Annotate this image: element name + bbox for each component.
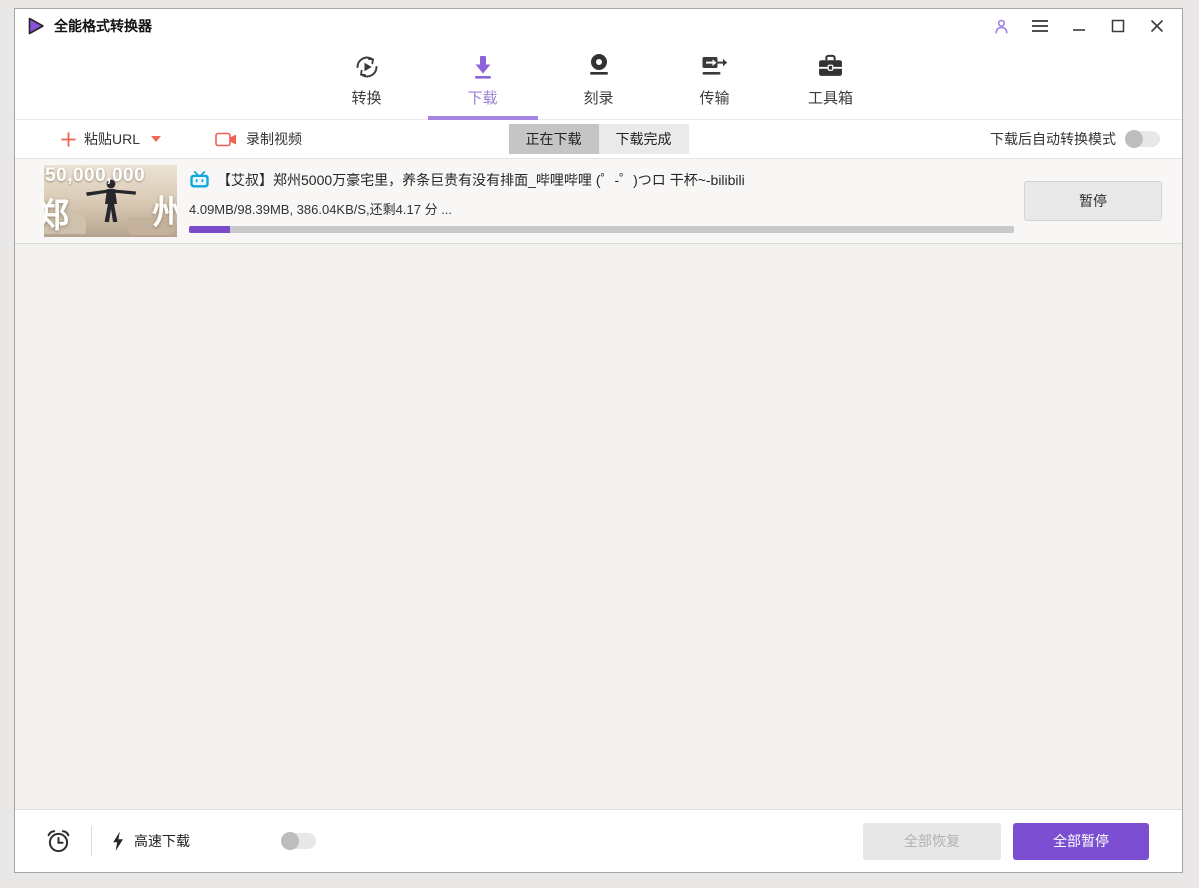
- download-title-line: 【艾叔】郑州5000万豪宅里，养条巨贵有没有排面_哔哩哔哩 (゜-゜)つロ 干杯…: [189, 170, 1014, 190]
- download-item-row: ¥50,000,000 郑 州 【艾叔】郑州5000万豪宅里，养条巨贵有没有排面…: [15, 159, 1182, 244]
- record-video-label: 录制视频: [246, 131, 303, 147]
- footer-divider: [91, 826, 92, 856]
- app-window: 全能格式转换器 转换 下载 刻录 传输 工具箱 粘贴URL 录制视频 正在下载 …: [14, 8, 1183, 873]
- pause-button[interactable]: 暂停: [1024, 181, 1162, 221]
- minimize-button[interactable]: [1070, 17, 1088, 35]
- tab-toolbox-label: 工具箱: [807, 90, 853, 107]
- transfer-icon: [700, 51, 729, 81]
- titlebar-controls: [992, 17, 1166, 35]
- filter-tab-downloading-label: 正在下载: [525, 131, 582, 147]
- download-list-empty-area: [15, 244, 1182, 809]
- thumbnail-right-char: 州: [152, 194, 177, 232]
- download-filter-tabs: 正在下载 下载完成: [508, 124, 689, 154]
- desktop-background: 全能格式转换器 转换 下载 刻录 传输 工具箱 粘贴URL 录制视频 正在下载 …: [0, 0, 1199, 888]
- filter-tab-completed[interactable]: 下载完成: [598, 124, 689, 154]
- toolbar: 粘贴URL 录制视频 正在下载 下载完成 下载后自动转换模式: [15, 120, 1182, 159]
- caret-down-icon[interactable]: [151, 136, 162, 142]
- thumbnail-left-char: 郑: [44, 197, 69, 235]
- maximize-button[interactable]: [1109, 17, 1127, 35]
- plus-icon: [61, 132, 76, 147]
- user-icon[interactable]: [992, 17, 1010, 35]
- bilibili-tv-icon: [189, 170, 210, 189]
- tab-download[interactable]: 下载: [427, 43, 538, 120]
- main-nav: 转换 下载 刻录 传输 工具箱: [15, 43, 1182, 120]
- pause-all-button[interactable]: 全部暂停: [1013, 822, 1149, 860]
- burn-icon: [585, 51, 613, 81]
- footer-bar: 高速下载 全部恢复 全部暂停: [15, 809, 1182, 872]
- tab-transfer[interactable]: 传输: [679, 43, 751, 119]
- tab-toolbox[interactable]: 工具箱: [795, 43, 867, 119]
- speed-download-group: 高速下载: [111, 831, 190, 852]
- camera-icon: [215, 132, 237, 147]
- resume-all-button[interactable]: 全部恢复: [863, 822, 1001, 860]
- titlebar: 全能格式转换器: [15, 9, 1182, 43]
- thumbnail-price-text: ¥50,000,000: [44, 165, 146, 186]
- tab-convert-label: 转换: [351, 90, 382, 107]
- footer-buttons: 全部恢复 全部暂停: [863, 822, 1149, 860]
- close-button[interactable]: [1148, 17, 1166, 35]
- convert-icon: [353, 51, 381, 81]
- filter-tab-completed-label: 下载完成: [615, 131, 672, 147]
- tab-burn[interactable]: 刻录: [563, 43, 635, 119]
- app-logo-icon: [27, 17, 45, 35]
- toggle-knob: [1125, 130, 1143, 148]
- video-thumbnail[interactable]: ¥50,000,000 郑 州: [44, 165, 177, 237]
- paste-url-label: 粘贴URL: [84, 131, 141, 147]
- filter-tab-downloading[interactable]: 正在下载: [508, 124, 599, 154]
- download-icon: [469, 51, 497, 81]
- auto-convert-toggle[interactable]: [1125, 130, 1160, 148]
- speed-download-toggle[interactable]: [281, 832, 316, 850]
- tab-convert[interactable]: 转换: [331, 43, 403, 119]
- app-title: 全能格式转换器: [54, 18, 152, 34]
- auto-convert-group: 下载后自动转换模式: [990, 129, 1160, 149]
- progress-bar-fill: [189, 225, 231, 233]
- auto-convert-label: 下载后自动转换模式: [990, 131, 1116, 147]
- tab-burn-label: 刻录: [583, 90, 614, 107]
- paste-url-button[interactable]: 粘贴URL: [61, 129, 162, 149]
- download-progress-text: 4.09MB/98.39MB, 386.04KB/S,还剩4.17 分 ...: [189, 201, 453, 217]
- tab-download-label: 下载: [467, 90, 498, 107]
- toolbox-icon: [817, 51, 844, 81]
- toggle-knob: [281, 832, 299, 850]
- download-title: 【艾叔】郑州5000万豪宅里，养条巨贵有没有排面_哔哩哔哩 (゜-゜)つロ 干杯…: [217, 171, 745, 188]
- tab-transfer-label: 传输: [699, 90, 730, 107]
- download-item-info: 【艾叔】郑州5000万豪宅里，养条巨贵有没有排面_哔哩哔哩 (゜-゜)つロ 干杯…: [189, 170, 1014, 233]
- lightning-icon: [111, 831, 125, 852]
- alarm-clock-icon[interactable]: [45, 828, 72, 855]
- menu-icon[interactable]: [1031, 17, 1049, 35]
- progress-bar-track: [189, 225, 1014, 233]
- speed-download-label: 高速下载: [134, 833, 190, 849]
- record-video-button[interactable]: 录制视频: [215, 129, 302, 149]
